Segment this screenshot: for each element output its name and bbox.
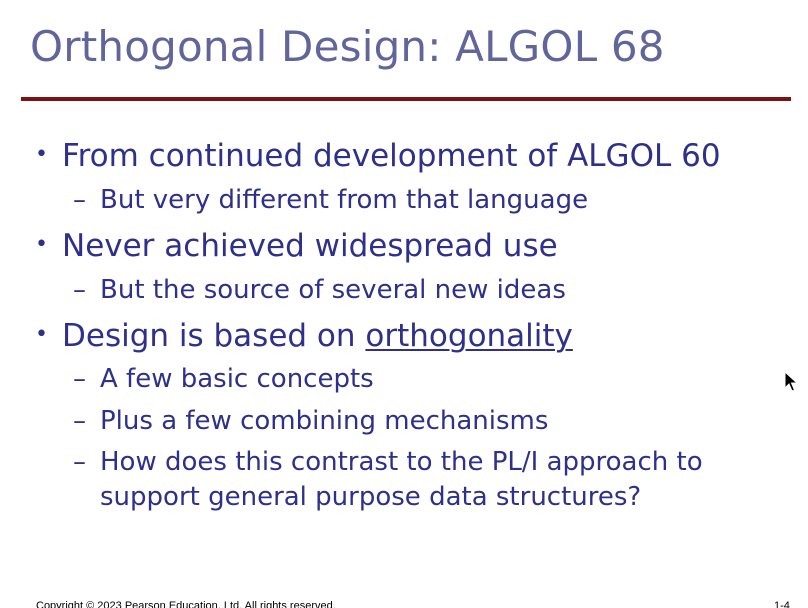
copyright-footer: Copyright © 2023 Pearson Education, Ltd.… (36, 600, 336, 608)
sub-bullet-3-1: – A few basic concepts (73, 364, 374, 394)
sub-bullet-marker: – (73, 406, 86, 436)
title-divider (21, 97, 791, 101)
bullet-marker: • (35, 232, 48, 257)
bullet-3: • Design is based on orthogonality (35, 318, 573, 354)
slide-title: Orthogonal Design: ALGOL 68 (30, 22, 665, 71)
bullet-marker: • (35, 322, 48, 347)
sub-bullet-3-2: – Plus a few combining mechanisms (73, 406, 549, 436)
sub-bullet-3-2-text: Plus a few combining mechanisms (100, 406, 549, 436)
sub-bullet-2-1-text: But the source of several new ideas (100, 275, 566, 305)
sub-bullet-2-1: – But the source of several new ideas (73, 275, 566, 305)
bullet-2-text: Never achieved widespread use (62, 228, 558, 264)
bullet-2: • Never achieved widespread use (35, 228, 558, 264)
sub-bullet-marker: – (73, 364, 86, 394)
sub-bullet-1-1-text: But very different from that language (100, 185, 589, 215)
bullet-marker: • (35, 142, 48, 167)
page-number: 1-4 (774, 600, 790, 608)
bullet-3-text-prefix: Design is based on (62, 318, 366, 354)
sub-bullet-3-3-text: How does this contrast to the PL/I appro… (100, 447, 703, 477)
bullet-1-text: From continued development of ALGOL 60 (62, 138, 721, 174)
bullet-3-emphasis: orthogonality (365, 318, 573, 354)
sub-bullet-marker: – (73, 275, 86, 305)
sub-bullet-marker: – (73, 447, 86, 477)
mouse-pointer-icon (784, 371, 798, 392)
sub-bullet-3-1-text: A few basic concepts (100, 364, 374, 394)
sub-bullet-3-3-continuation-text: support general purpose data structures? (100, 482, 642, 512)
bullet-1: • From continued development of ALGOL 60 (35, 138, 721, 174)
slide: Orthogonal Design: ALGOL 68 • From conti… (0, 0, 808, 608)
sub-bullet-1-1: – But very different from that language (73, 185, 589, 215)
sub-bullet-3-3-continued: support general purpose data structures? (100, 482, 641, 512)
sub-bullet-3-3: – How does this contrast to the PL/I app… (73, 447, 703, 477)
sub-bullet-marker: – (73, 185, 86, 215)
